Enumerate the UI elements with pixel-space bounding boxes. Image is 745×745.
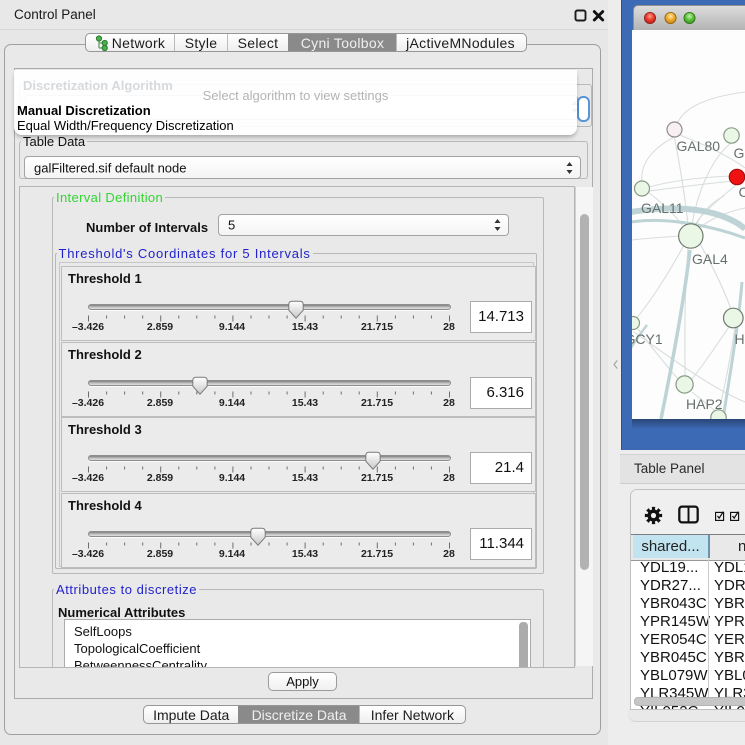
svg-text:GAL4: GAL4 <box>692 251 728 267</box>
svg-text:C: C <box>739 184 745 200</box>
svg-text:GCY1: GCY1 <box>632 331 663 347</box>
svg-text:G.: G. <box>734 145 745 161</box>
svg-text:GAL80: GAL80 <box>677 138 721 154</box>
svg-text:H: H <box>735 331 745 347</box>
svg-text:GAL11: GAL11 <box>641 200 684 216</box>
svg-text:HAP2: HAP2 <box>686 396 723 412</box>
